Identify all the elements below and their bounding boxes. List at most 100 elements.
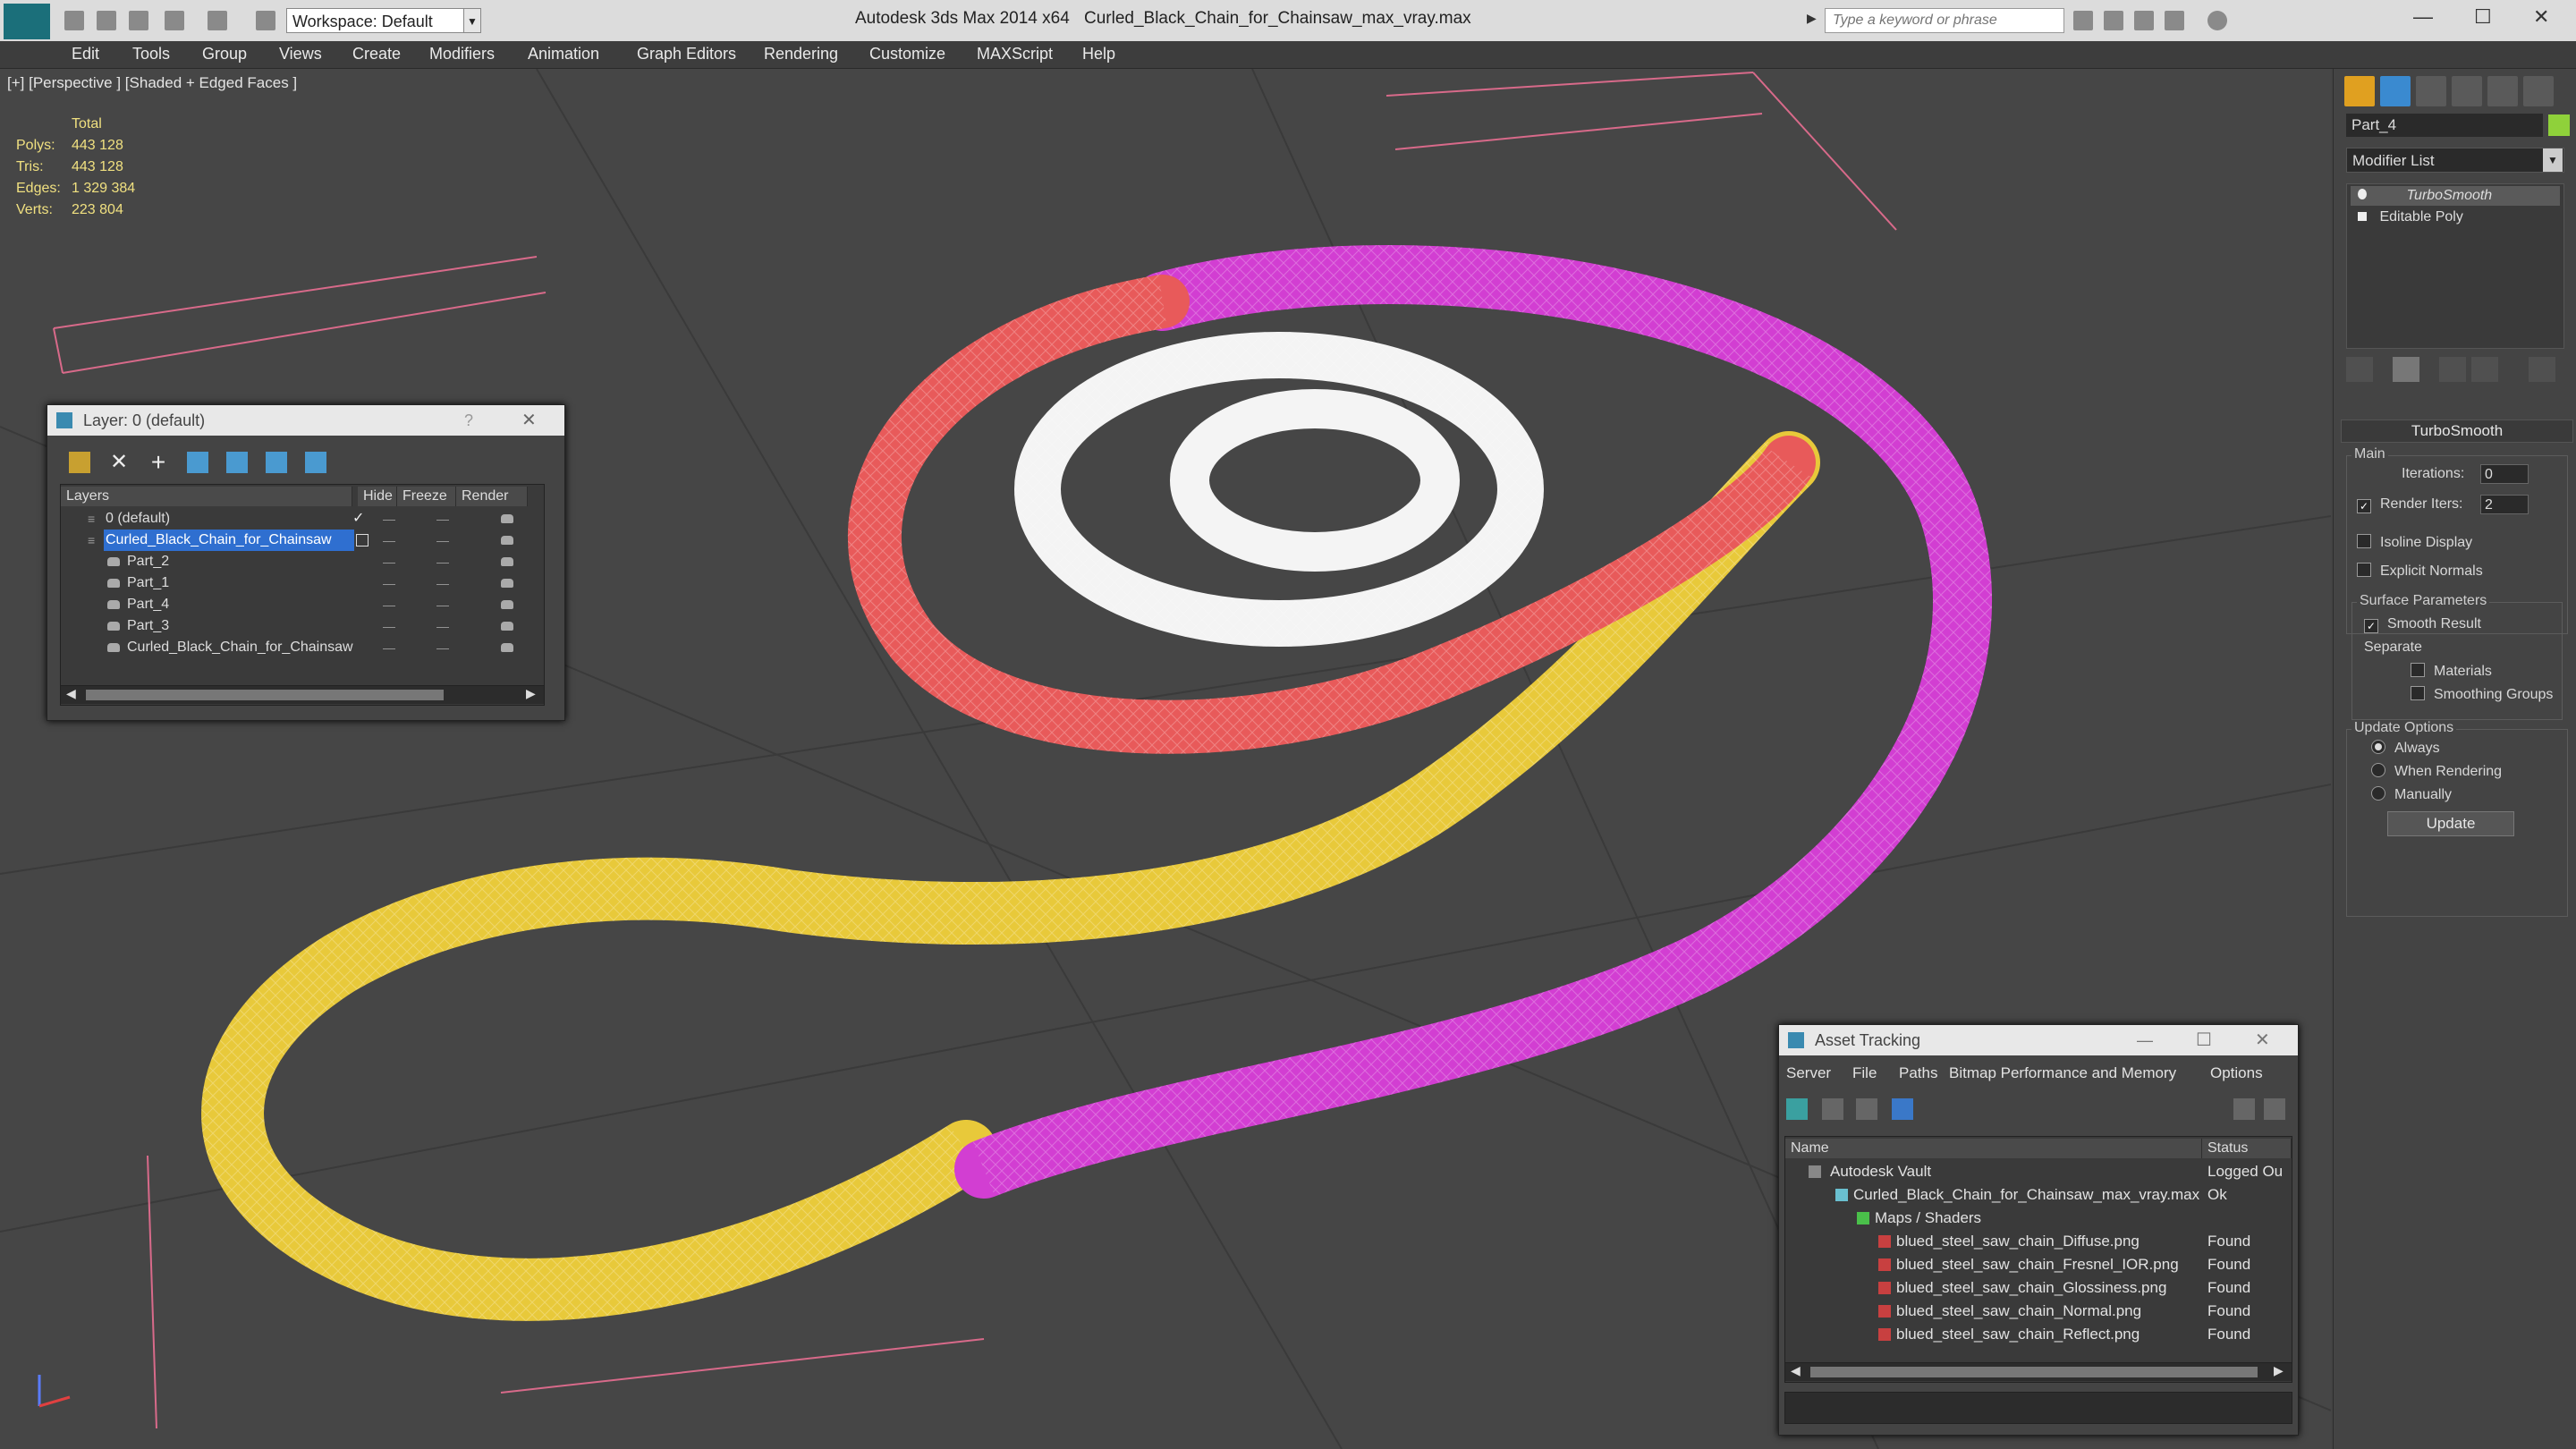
asset-col-status[interactable]: Status (2202, 1139, 2292, 1158)
when-rendering-radio[interactable] (2371, 763, 2385, 777)
asset-row[interactable]: Curled_Black_Chain_for_Chainsaw_max_vray… (1785, 1183, 2292, 1207)
create-layer-icon[interactable] (69, 452, 90, 473)
configure-sets-icon[interactable] (2529, 357, 2555, 382)
scroll-right-icon[interactable]: ▶ (2274, 1363, 2284, 1378)
render-iters-spinner[interactable]: 2 (2480, 495, 2529, 514)
smooth-result-row[interactable]: ✓ Smooth Result (2364, 616, 2481, 633)
menu-views[interactable]: Views (279, 45, 322, 64)
hierarchy-tab-icon[interactable] (2416, 76, 2446, 106)
materials-row[interactable]: Materials (2411, 663, 2492, 680)
explicit-normals-row[interactable]: Explicit Normals (2357, 563, 2483, 580)
hide-all-layers-icon[interactable] (266, 452, 287, 473)
active-layer-check-icon[interactable]: ✓ (352, 508, 364, 530)
menu-maxscript[interactable]: MAXScript (977, 45, 1053, 64)
expand-box-icon[interactable] (2358, 212, 2367, 221)
asset-row[interactable]: Autodesk Vault Logged Ou (1785, 1160, 2292, 1183)
asset-row[interactable]: blued_steel_saw_chain_Normal.png Found (1785, 1300, 2292, 1323)
render-teapot-icon[interactable] (501, 579, 513, 588)
col-hide[interactable]: Hide (358, 487, 397, 506)
manually-radio[interactable] (2371, 786, 2385, 801)
asset-row[interactable]: blued_steel_saw_chain_Glossiness.png Fou… (1785, 1276, 2292, 1300)
modifier-list-arrow-icon[interactable]: ▼ (2543, 148, 2563, 172)
redo-icon[interactable] (208, 11, 227, 30)
close-icon[interactable]: ✕ (2533, 5, 2549, 29)
col-render[interactable]: Render (456, 487, 528, 506)
list-view-icon[interactable] (1822, 1098, 1843, 1120)
scroll-left-icon[interactable]: ◀ (66, 686, 76, 701)
object-row[interactable]: Part_3 — — (61, 615, 544, 637)
smoothing-groups-checkbox[interactable] (2411, 686, 2425, 700)
col-layers[interactable]: Layers (61, 487, 352, 506)
asset-menu-file[interactable]: File (1852, 1064, 1877, 1082)
asset-menu-bitmap[interactable]: Bitmap Performance and Memory (1949, 1064, 2176, 1082)
layer-horizontal-scrollbar[interactable]: ◀ ▶ (61, 685, 544, 704)
scroll-thumb[interactable] (1810, 1367, 2258, 1377)
menu-tools[interactable]: Tools (132, 45, 170, 64)
open-file-icon[interactable] (97, 11, 116, 30)
search-tools-icon[interactable] (2104, 11, 2123, 30)
minimize-icon[interactable]: — (2413, 5, 2433, 29)
project-folder-icon[interactable] (256, 11, 275, 30)
always-option[interactable]: Always (2371, 740, 2440, 757)
render-teapot-icon[interactable] (501, 557, 513, 566)
favorites-star-icon[interactable] (2165, 11, 2184, 30)
create-tab-icon[interactable] (2344, 76, 2375, 106)
render-teapot-icon[interactable] (501, 514, 513, 523)
manually-option[interactable]: Manually (2371, 786, 2452, 803)
lightbulb-icon[interactable] (2358, 189, 2367, 199)
menu-graph-editors[interactable]: Graph Editors (637, 45, 736, 64)
modify-tab-icon[interactable] (2380, 76, 2411, 106)
scroll-left-icon[interactable]: ◀ (1791, 1363, 1801, 1378)
layer-row[interactable]: ≡ 0 (default) ✓ — — (61, 508, 544, 530)
render-teapot-icon[interactable] (501, 536, 513, 545)
new-file-icon[interactable] (64, 11, 84, 30)
render-teapot-icon[interactable] (501, 643, 513, 652)
asset-menu-paths[interactable]: Paths (1899, 1064, 1937, 1082)
object-color-swatch[interactable] (2548, 114, 2570, 136)
asset-help-icon[interactable] (2233, 1098, 2255, 1120)
layer-dialog-close-icon[interactable]: ✕ (521, 405, 537, 436)
motion-tab-icon[interactable] (2452, 76, 2482, 106)
asset-col-name[interactable]: Name (1785, 1139, 2202, 1158)
modifier-list-dropdown[interactable]: Modifier List (2346, 148, 2564, 173)
asset-close-icon[interactable]: ✕ (2255, 1025, 2270, 1055)
freeze-all-layers-icon[interactable] (305, 452, 326, 473)
search-input[interactable] (1825, 8, 2064, 33)
render-teapot-icon[interactable] (501, 600, 513, 609)
asset-menu-server[interactable]: Server (1786, 1064, 1831, 1082)
menu-animation[interactable]: Animation (528, 45, 599, 64)
app-logo-icon[interactable] (4, 4, 50, 39)
highlight-layer-icon[interactable] (226, 452, 248, 473)
remove-modifier-icon[interactable] (2471, 357, 2498, 382)
current-layer-box-icon[interactable] (356, 534, 369, 547)
object-row[interactable]: Curled_Black_Chain_for_Chainsaw — — (61, 637, 544, 658)
materials-checkbox[interactable] (2411, 663, 2425, 677)
detail-view-icon[interactable] (1856, 1098, 1877, 1120)
select-in-layer-icon[interactable] (187, 452, 208, 473)
menu-create[interactable]: Create (352, 45, 401, 64)
render-iters-row[interactable]: ✓ Render Iters: (2357, 496, 2462, 513)
help-icon[interactable] (2207, 11, 2227, 30)
asset-dialog-titlebar[interactable]: Asset Tracking — ☐ ✕ (1779, 1025, 2298, 1055)
smoothing-groups-row[interactable]: Smoothing Groups (2411, 686, 2553, 703)
asset-minimize-icon[interactable]: — (2137, 1025, 2153, 1055)
undo-icon[interactable] (165, 11, 184, 30)
binoculars-icon[interactable] (2073, 11, 2093, 30)
workspace-dropdown-arrow-icon[interactable]: ▼ (463, 8, 481, 33)
scroll-thumb[interactable] (86, 690, 444, 700)
search-expand-icon[interactable]: ▶ (1807, 11, 1817, 26)
workspace-dropdown[interactable]: Workspace: Default (286, 8, 465, 33)
object-row[interactable]: Part_1 — — (61, 572, 544, 594)
stack-item-editable-poly[interactable]: Editable Poly (2351, 208, 2560, 227)
viewport-label[interactable]: [+] [Perspective ] [Shaded + Edged Faces… (7, 74, 297, 92)
refresh-icon[interactable] (1786, 1098, 1808, 1120)
display-tab-icon[interactable] (2487, 76, 2518, 106)
add-to-layer-icon[interactable]: + (148, 450, 169, 475)
menu-edit[interactable]: Edit (72, 45, 99, 64)
asset-row[interactable]: blued_steel_saw_chain_Reflect.png Found (1785, 1323, 2292, 1346)
render-teapot-icon[interactable] (501, 622, 513, 631)
asset-menu-options[interactable]: Options (2210, 1064, 2263, 1082)
menu-group[interactable]: Group (202, 45, 247, 64)
iterations-spinner[interactable]: 0 (2480, 464, 2529, 484)
turbosmooth-rollout-header[interactable]: TurboSmooth (2341, 419, 2573, 443)
